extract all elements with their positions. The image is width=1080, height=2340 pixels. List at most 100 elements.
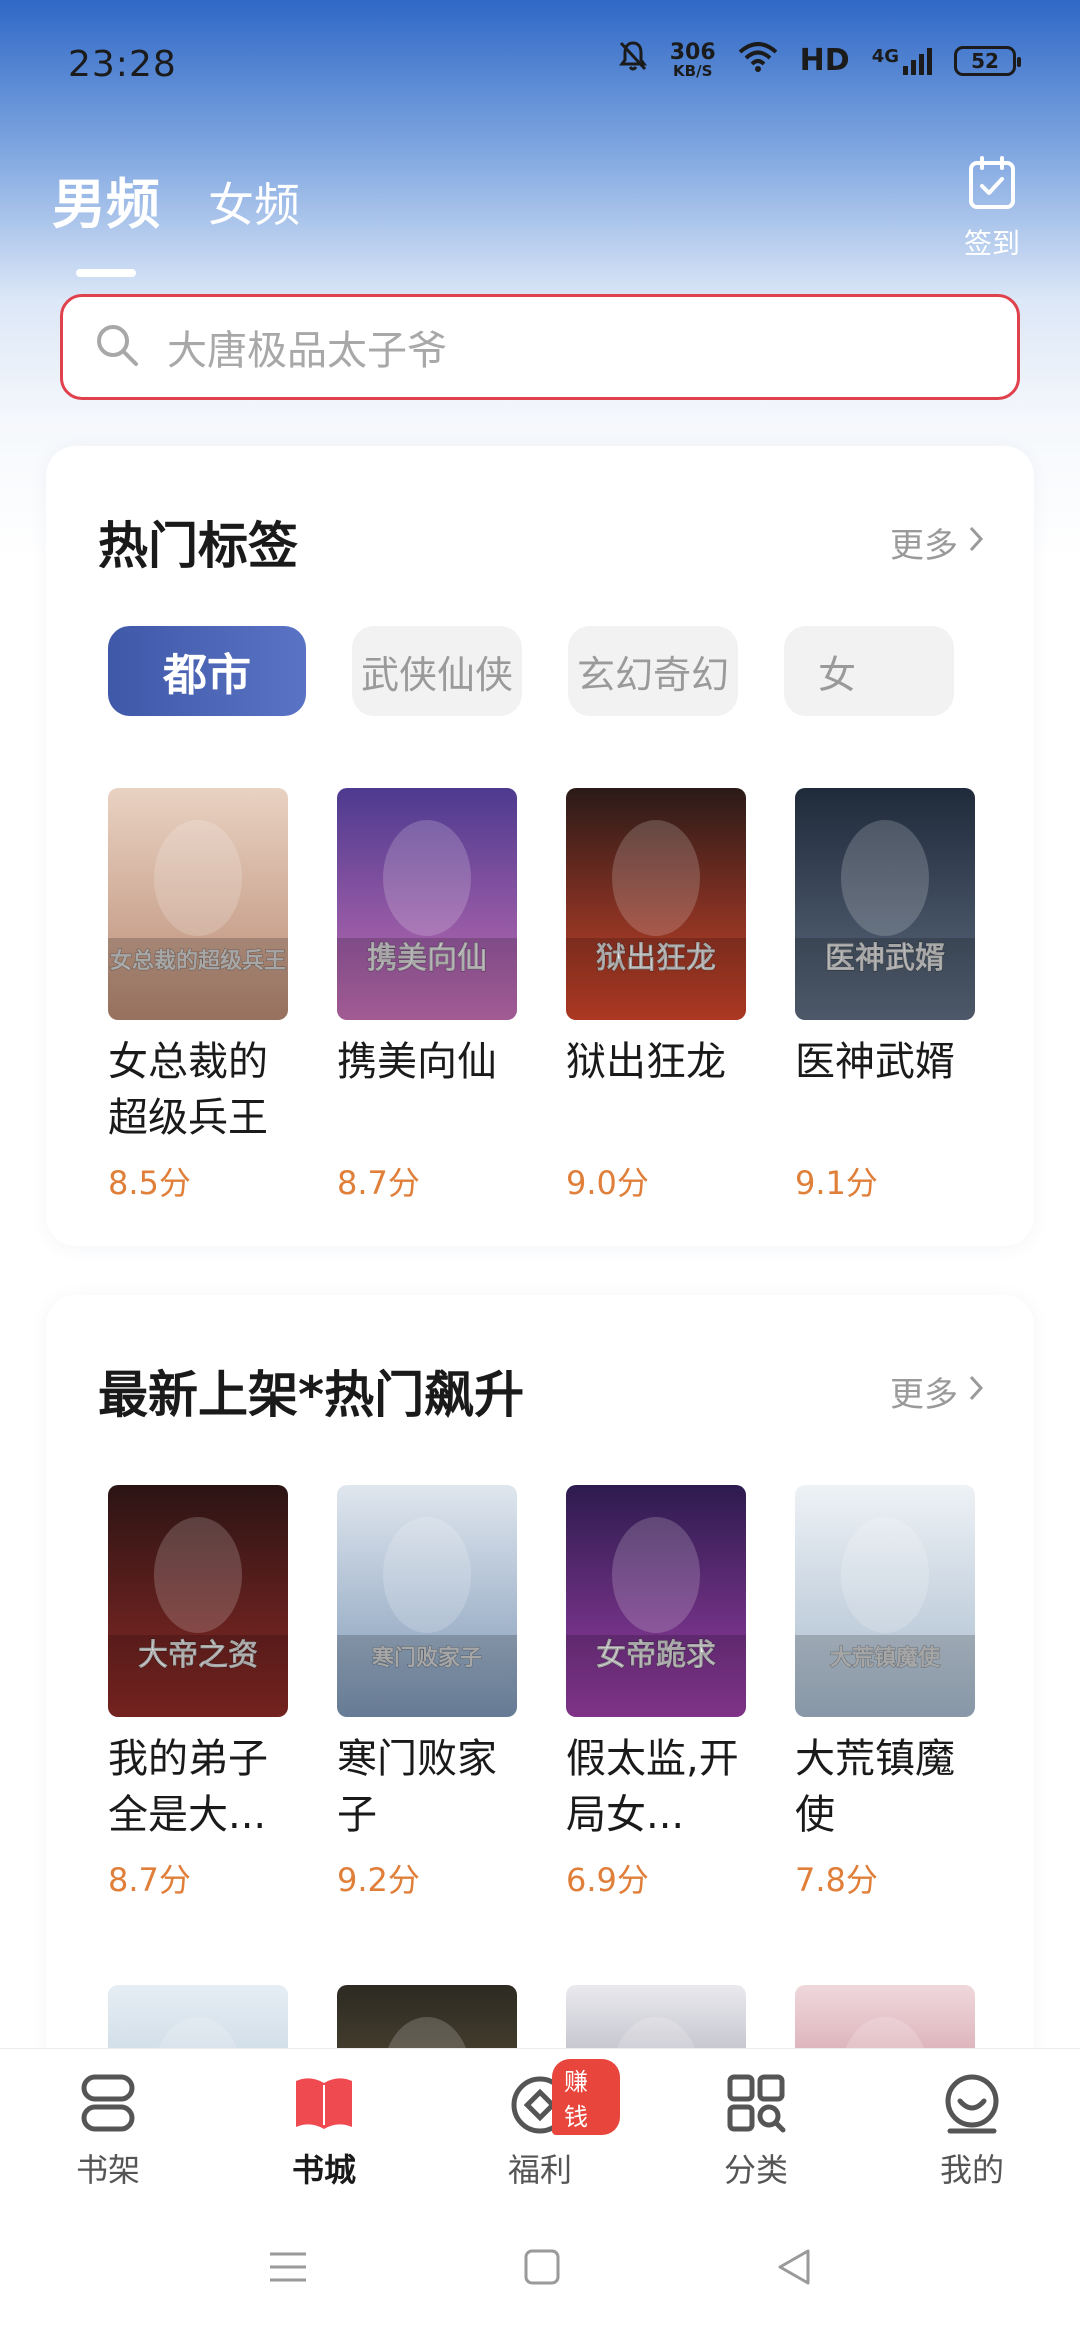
nav-label: 我的 bbox=[939, 2151, 1004, 2189]
book-score: 7.8分 bbox=[795, 1861, 878, 1899]
book-title: 假太监,开局女... bbox=[566, 1736, 739, 1838]
tab-female[interactable]: 女频 bbox=[208, 169, 300, 239]
more-label: 更多 bbox=[890, 1374, 958, 1415]
book-title: 携美向仙 bbox=[337, 1039, 497, 1085]
svg-text:女帝跪求: 女帝跪求 bbox=[596, 1638, 716, 1673]
new-arrivals-header: 最新上架*热门飙升 更多 bbox=[98, 1355, 984, 1427]
book-cover[interactable]: 携美向仙 bbox=[337, 788, 517, 1020]
book-score: 9.2分 bbox=[337, 1861, 420, 1899]
svg-text:携美向仙: 携美向仙 bbox=[367, 941, 487, 976]
status-icons: 306 KB/S HD 4G 52 bbox=[618, 40, 1021, 81]
net-speed: 306 KB/S bbox=[670, 42, 716, 79]
hd-label: HD bbox=[799, 43, 850, 78]
nav-label: 分类 bbox=[723, 2151, 788, 2189]
cell-signal-icon: 4G bbox=[872, 46, 932, 76]
book-score: 6.9分 bbox=[566, 1861, 649, 1899]
book-item[interactable]: 携美向仙 携美向仙 8.7分 bbox=[337, 788, 517, 1204]
tag-chip-xuanhuan[interactable]: 玄幻奇幻 bbox=[568, 626, 738, 716]
book-title: 医神武婿 bbox=[795, 1039, 955, 1085]
svg-text:女总裁的超级兵王: 女总裁的超级兵王 bbox=[110, 948, 286, 974]
book-item[interactable]: 大帝之资 我的弟子全是大... 8.7分 bbox=[108, 1485, 288, 1901]
net-speed-unit: KB/S bbox=[673, 62, 713, 80]
network-type: 4G bbox=[871, 45, 899, 67]
book-cover[interactable]: 女总裁的超级兵王 bbox=[108, 788, 288, 1020]
wifi-icon bbox=[738, 41, 778, 81]
nav-category[interactable]: 分类 bbox=[676, 2049, 836, 2198]
book-score: 9.0分 bbox=[566, 1164, 649, 1202]
tag-chip-dushi[interactable]: 都市 bbox=[108, 626, 306, 716]
status-time: 23:28 bbox=[68, 44, 177, 85]
back-triangle-icon[interactable] bbox=[774, 2247, 814, 2291]
tag-chips: 都市 武侠仙侠 玄幻奇幻 女 bbox=[108, 626, 1034, 718]
nav-label: 书架 bbox=[75, 2151, 140, 2189]
book-title: 寒门败家子 bbox=[337, 1736, 497, 1838]
book-cover[interactable]: 女帝跪求 bbox=[566, 1485, 746, 1717]
new-arrivals-book-list: 大帝之资 我的弟子全是大... 8.7分 寒门败家子 寒门败家子 9.2分 女帝… bbox=[108, 1485, 975, 1901]
book-score: 8.5分 bbox=[108, 1164, 191, 1202]
tag-chip-female[interactable]: 女 bbox=[784, 626, 954, 716]
new-arrivals-more-button[interactable]: 更多 bbox=[890, 1367, 984, 1416]
tab-male[interactable]: 男频 bbox=[52, 160, 160, 277]
nav-label: 福利 bbox=[507, 2151, 572, 2189]
nav-label: 书城 bbox=[291, 2151, 356, 2189]
hot-tags-section: 热门标签 更多 都市 武侠仙侠 玄幻奇幻 女 女总裁的超级兵王 女总裁的超级兵王… bbox=[46, 446, 1034, 1246]
book-cover[interactable]: 大帝之资 bbox=[108, 1485, 288, 1717]
hot-tags-title: 热门标签 bbox=[98, 517, 298, 575]
nav-profile[interactable]: 我的 bbox=[892, 2049, 1052, 2198]
nav-bookstore[interactable]: 书城 bbox=[244, 2049, 404, 2198]
svg-text:医神武婿: 医神武婿 bbox=[825, 941, 945, 976]
hot-tags-book-list: 女总裁的超级兵王 女总裁的超级兵王 8.5分 携美向仙 携美向仙 8.7分 狱出… bbox=[108, 788, 975, 1204]
earn-money-badge: 赚钱 bbox=[552, 2059, 620, 2135]
system-nav-bar bbox=[0, 2198, 1080, 2340]
status-bar: 23:28 306 KB/S HD 4G 52 bbox=[0, 0, 1080, 130]
book-item[interactable]: 医神武婿 医神武婿 9.1分 bbox=[795, 788, 975, 1204]
checkin-button[interactable]: 签到 bbox=[964, 155, 1020, 262]
book-item[interactable]: 寒门败家子 寒门败家子 9.2分 bbox=[337, 1485, 517, 1901]
menu-icon[interactable] bbox=[266, 2249, 310, 2289]
book-item[interactable]: 女总裁的超级兵王 女总裁的超级兵王 8.5分 bbox=[108, 788, 288, 1204]
book-score: 8.7分 bbox=[108, 1861, 191, 1899]
hot-tags-more-button[interactable]: 更多 bbox=[890, 518, 984, 567]
book-item[interactable]: 狱出狂龙 狱出狂龙 9.0分 bbox=[566, 788, 746, 1204]
nav-welfare[interactable]: 赚钱 福利 bbox=[460, 2049, 620, 2198]
gender-tabs: 男频 女频 bbox=[52, 160, 300, 277]
book-cover[interactable]: 医神武婿 bbox=[795, 788, 975, 1020]
mute-bell-icon bbox=[618, 40, 648, 81]
book-cover[interactable]: 大荒镇魔使 bbox=[795, 1485, 975, 1717]
search-bar[interactable]: 大唐极品太子爷 bbox=[60, 294, 1020, 400]
svg-text:寒门败家子: 寒门败家子 bbox=[372, 1645, 482, 1671]
nav-bookshelf[interactable]: 书架 bbox=[28, 2049, 188, 2198]
hot-tags-header: 热门标签 更多 bbox=[98, 506, 984, 578]
book-item[interactable]: 大荒镇魔使 大荒镇魔使 7.8分 bbox=[795, 1485, 975, 1901]
bookshelf-icon bbox=[76, 2071, 140, 2139]
svg-text:狱出狂龙: 狱出狂龙 bbox=[596, 941, 716, 976]
search-placeholder: 大唐极品太子爷 bbox=[167, 328, 447, 374]
book-item[interactable]: 女帝跪求 假太监,开局女... 6.9分 bbox=[566, 1485, 746, 1901]
book-cover[interactable]: 寒门败家子 bbox=[337, 1485, 517, 1717]
search-icon bbox=[93, 321, 167, 373]
bottom-nav: 书架 书城 赚钱 福利 分类 我的 bbox=[0, 2048, 1080, 2198]
book-title: 我的弟子全是大... bbox=[108, 1736, 268, 1838]
chevron-right-icon bbox=[968, 522, 984, 562]
battery-indicator: 52 bbox=[954, 45, 1021, 76]
new-arrivals-title: 最新上架*热门飙升 bbox=[98, 1366, 525, 1424]
checkin-label: 签到 bbox=[963, 227, 1020, 260]
book-score: 8.7分 bbox=[337, 1164, 420, 1202]
home-square-icon[interactable] bbox=[522, 2247, 562, 2291]
book-title: 狱出狂龙 bbox=[566, 1039, 726, 1085]
chevron-right-icon bbox=[968, 1371, 984, 1411]
profile-smile-icon bbox=[940, 2071, 1004, 2139]
book-score: 9.1分 bbox=[795, 1164, 878, 1202]
net-speed-value: 306 bbox=[669, 40, 716, 65]
book-cover[interactable]: 狱出狂龙 bbox=[566, 788, 746, 1020]
calendar-check-icon bbox=[967, 155, 1017, 222]
new-arrivals-section: 最新上架*热门飙升 更多 大帝之资 我的弟子全是大... 8.7分 寒门败家子 … bbox=[46, 1295, 1034, 2075]
category-grid-icon bbox=[724, 2071, 788, 2139]
svg-text:大荒镇魔使: 大荒镇魔使 bbox=[830, 1645, 941, 1671]
bookstore-icon bbox=[292, 2071, 356, 2139]
more-label: 更多 bbox=[890, 525, 958, 566]
book-title: 大荒镇魔使 bbox=[795, 1736, 955, 1838]
book-title: 女总裁的超级兵王 bbox=[108, 1039, 268, 1141]
svg-text:大帝之资: 大帝之资 bbox=[138, 1638, 258, 1673]
tag-chip-wuxia[interactable]: 武侠仙侠 bbox=[352, 626, 522, 716]
